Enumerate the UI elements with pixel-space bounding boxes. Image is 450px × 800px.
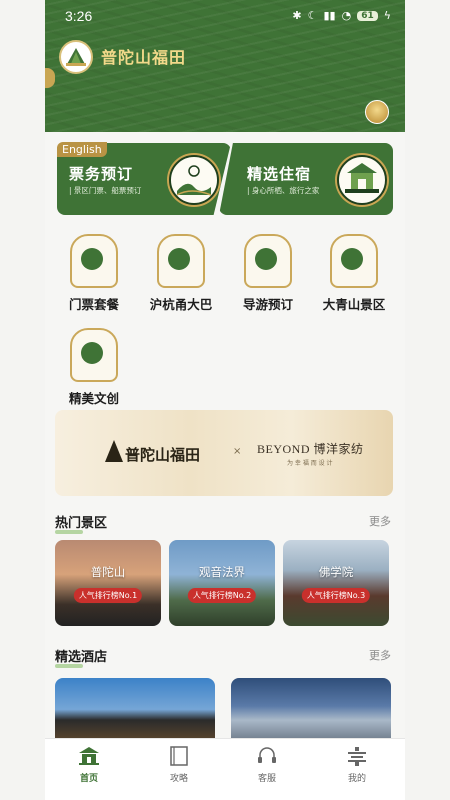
promo-subtitle: | 身心所栖、旅行之家 bbox=[247, 186, 320, 195]
promo-title: 精选住宿 bbox=[247, 165, 312, 183]
battery-icon: 61 bbox=[357, 10, 378, 21]
promo-subtitle: | 景区门票、船票预订 bbox=[69, 186, 142, 195]
category-bus[interactable]: 沪杭甬大巴 bbox=[140, 234, 222, 313]
header-banner: 3:26 ✱ ☾ ▮▮ ◔ 61 ϟ 普陀山福田 bbox=[45, 0, 405, 132]
tab-service[interactable]: 客服 bbox=[237, 745, 297, 784]
mountain-logo-icon bbox=[105, 440, 123, 462]
category-label: 沪杭甬大巴 bbox=[149, 297, 213, 312]
bluetooth-icon: ✱ bbox=[292, 9, 302, 22]
mountain-icon bbox=[330, 234, 378, 288]
tab-home[interactable]: 首页 bbox=[59, 745, 119, 784]
rank-badge: 人气排行榜No.2 bbox=[187, 588, 257, 603]
tab-profile[interactable]: 我的 bbox=[327, 745, 387, 784]
ticket-medal-icon bbox=[169, 155, 219, 205]
charging-icon: ϟ bbox=[383, 9, 391, 22]
home-temple-icon bbox=[79, 747, 99, 765]
tab-guide[interactable]: 攻略 bbox=[149, 745, 209, 784]
rank-badge: 人气排行榜No.3 bbox=[301, 588, 371, 603]
status-time: 3:26 bbox=[65, 8, 93, 24]
category-label: 导游预订 bbox=[242, 297, 293, 312]
side-tab-icon[interactable] bbox=[45, 68, 55, 88]
category-daqingshan[interactable]: 大青山景区 bbox=[313, 234, 395, 313]
scenic-card[interactable]: 佛学院 人气排行榜No.3 bbox=[283, 540, 389, 626]
guide-icon bbox=[244, 234, 292, 288]
promo-title: 票务预订 bbox=[69, 165, 134, 183]
scenic-name: 佛学院 bbox=[318, 565, 354, 579]
category-cultural-products[interactable]: 精美文创 bbox=[53, 328, 135, 407]
wifi-icon: ◔ bbox=[341, 9, 352, 22]
scenic-name: 观音法界 bbox=[199, 565, 245, 579]
status-icons: ✱ ☾ ▮▮ ◔ 61 ϟ bbox=[292, 9, 391, 22]
section-title-hot-scenic: 热门景区 bbox=[55, 512, 107, 534]
banner-brand: 普陀山福田 bbox=[125, 446, 201, 464]
more-link-scenic[interactable]: 更多 bbox=[369, 513, 391, 529]
tab-label: 我的 bbox=[347, 774, 366, 784]
tab-label: 客服 bbox=[257, 774, 276, 784]
section-title-hotels: 精选酒店 bbox=[55, 646, 107, 668]
floating-mascot-icon[interactable] bbox=[365, 100, 389, 124]
scenic-card[interactable]: 观音法界 人气排行榜No.2 bbox=[169, 540, 275, 626]
category-label: 精美文创 bbox=[68, 391, 119, 406]
brand-logo-icon bbox=[59, 40, 93, 74]
lotus-icon bbox=[70, 328, 118, 382]
banner-partner: BEYOND 博洋家纺 bbox=[257, 442, 364, 456]
banner-slogan: 为 幸 福 而 设 计 bbox=[287, 460, 333, 467]
app-screen: 3:26 ✱ ☾ ▮▮ ◔ 61 ϟ 普陀山福田 English 票务预订 | … bbox=[45, 0, 405, 800]
bottom-tab-bar: 首页 攻略 客服 我的 bbox=[45, 738, 405, 800]
headset-icon bbox=[258, 747, 276, 763]
category-label: 门票套餐 bbox=[68, 297, 119, 312]
status-bar: 3:26 ✱ ☾ ▮▮ ◔ 61 ϟ bbox=[45, 0, 405, 34]
brand-title: 普陀山福田 bbox=[101, 48, 187, 67]
cobrand-banner[interactable]: 普陀山福田 × BEYOND 博洋家纺 为 幸 福 而 设 计 bbox=[55, 410, 393, 496]
signal-icon: ▮▮ bbox=[323, 9, 336, 22]
moon-icon: ☾ bbox=[307, 9, 318, 22]
hotel-medal-icon bbox=[337, 155, 387, 205]
accommodation-card[interactable]: 精选住宿 | 身心所栖、旅行之家 bbox=[219, 143, 393, 215]
english-tag[interactable]: English bbox=[57, 142, 107, 157]
banner-x: × bbox=[233, 446, 242, 457]
scenic-name: 普陀山 bbox=[90, 565, 126, 579]
tab-label: 首页 bbox=[79, 774, 98, 784]
user-profile-icon bbox=[348, 747, 366, 766]
rank-badge: 人气排行榜No.1 bbox=[73, 588, 143, 603]
category-guide[interactable]: 导游预订 bbox=[227, 234, 309, 313]
category-ticket-package[interactable]: 门票套餐 bbox=[53, 234, 135, 313]
ticket-gate-icon bbox=[70, 234, 118, 288]
guide-book-icon bbox=[170, 746, 188, 766]
scenic-card[interactable]: 普陀山 人气排行榜No.1 bbox=[55, 540, 161, 626]
more-link-hotels[interactable]: 更多 bbox=[369, 647, 391, 663]
category-label: 大青山景区 bbox=[322, 297, 386, 312]
tab-label: 攻略 bbox=[169, 774, 188, 784]
bus-icon bbox=[157, 234, 205, 288]
